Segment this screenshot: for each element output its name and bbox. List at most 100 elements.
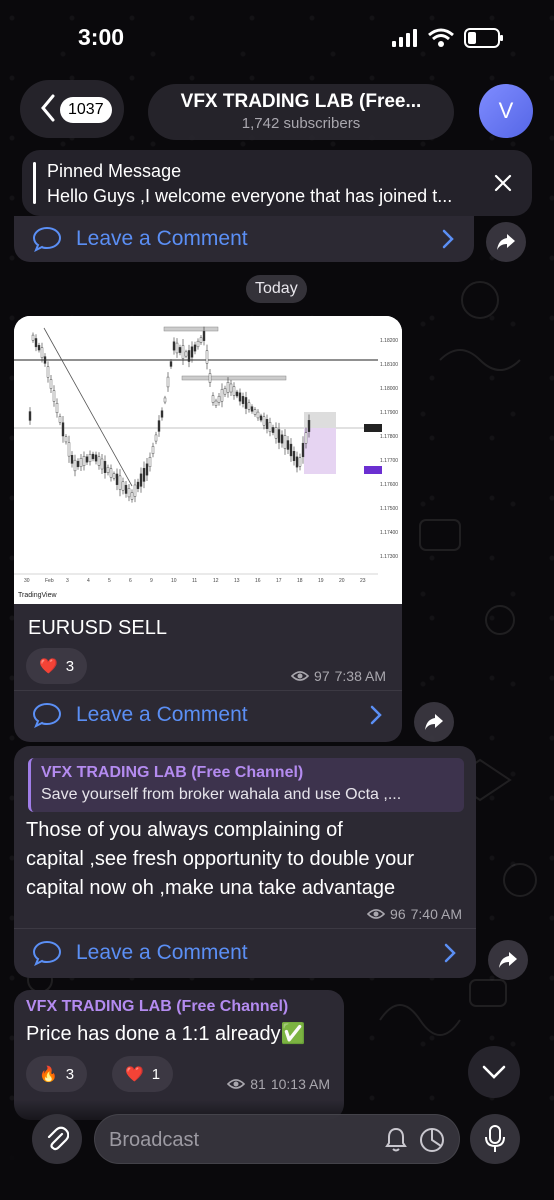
- back-button[interactable]: 1037: [20, 80, 124, 138]
- candle-body: [283, 435, 287, 449]
- chart-screenshot-image[interactable]: 1.18200 1.18100 1.18000 1.17900 1.17800 1.177…: [14, 316, 402, 604]
- comment-bubble-icon: [32, 226, 62, 252]
- reaction-heart[interactable]: ❤️ 3: [26, 648, 88, 684]
- chevron-right-icon: [442, 229, 454, 249]
- share-button[interactable]: [488, 940, 528, 980]
- candle-body: [181, 345, 185, 359]
- view-count: 81: [250, 1076, 266, 1092]
- candle-body: [202, 331, 206, 341]
- candle-body: [79, 458, 83, 467]
- tradingview-logo: TradingView: [18, 592, 57, 599]
- candle-body: [256, 411, 260, 419]
- candle-body: [229, 383, 233, 393]
- candle-body: [130, 492, 134, 500]
- date-axis-label: 16: [255, 578, 261, 584]
- broadcast-field[interactable]: [94, 1114, 460, 1164]
- share-button[interactable]: [414, 702, 454, 742]
- candle-body: [37, 345, 41, 351]
- fire-emoji-icon: 🔥: [39, 1066, 58, 1083]
- pinned-message-bar[interactable]: Pinned Message Hello Guys ,I welcome eve…: [22, 150, 532, 216]
- candle-body: [250, 406, 254, 412]
- candle-body: [85, 456, 89, 463]
- heart-emoji-icon: ❤️: [39, 658, 58, 675]
- candle-body: [205, 350, 209, 364]
- candle-body: [34, 338, 38, 348]
- candle-body: [82, 456, 86, 466]
- message-time: 7:40 AM: [410, 906, 462, 922]
- status-icons: [392, 28, 504, 48]
- candle-body: [304, 432, 308, 444]
- candle-body: [280, 434, 284, 444]
- candle-body: [259, 415, 263, 421]
- candle-body: [208, 373, 212, 383]
- pinned-indicator: [33, 162, 36, 204]
- candle-body: [148, 457, 152, 467]
- attach-button[interactable]: [32, 1114, 82, 1164]
- date-axis-label: 3: [66, 578, 69, 584]
- candle-body: [271, 427, 275, 433]
- candle-body: [238, 392, 242, 402]
- candle-body: [70, 455, 74, 464]
- close-icon[interactable]: [494, 174, 512, 192]
- candle-body: [94, 454, 98, 462]
- candle-body: [97, 456, 101, 466]
- channel-avatar[interactable]: V: [479, 84, 533, 138]
- reaction-heart[interactable]: ❤️ 1: [112, 1056, 174, 1092]
- candle-body: [178, 347, 182, 353]
- share-button[interactable]: [486, 222, 526, 262]
- candle-body: [118, 475, 122, 490]
- chevron-left-icon: [41, 94, 55, 122]
- date-axis-label: Feb: [45, 578, 54, 584]
- candle-body: [247, 402, 251, 410]
- candle-body: [187, 350, 191, 362]
- share-arrow-icon: [497, 234, 515, 250]
- candle-body: [190, 346, 194, 358]
- status-time: 3:00: [78, 24, 125, 50]
- channel-title-button[interactable]: VFX TRADING LAB (Free... 1,742 subscribe…: [148, 84, 454, 140]
- candle-body: [265, 419, 269, 429]
- channel-name: VFX TRADING LAB (Free Channel): [26, 998, 289, 1015]
- candle-body: [241, 396, 245, 404]
- unread-count-badge: 1037: [60, 97, 112, 123]
- message-text: EURUSD SELL: [28, 617, 167, 639]
- bell-icon[interactable]: [385, 1127, 407, 1153]
- view-count: 96: [390, 906, 406, 922]
- candle-body: [307, 420, 311, 432]
- reaction-fire[interactable]: 🔥 3: [26, 1056, 88, 1092]
- pinned-text: Hello Guys ,I welcome everyone that has …: [47, 186, 453, 206]
- leave-comment-label: Leave a Comment: [76, 227, 248, 250]
- candle-body: [76, 460, 80, 468]
- reply-quote[interactable]: VFX TRADING LAB (Free Channel) Save your…: [28, 758, 464, 812]
- candle-body: [142, 467, 146, 482]
- message-input[interactable]: [109, 1127, 369, 1153]
- candlestick-chart: 1.18200 1.18100 1.18000 1.17900 1.17800 1.177…: [14, 316, 402, 604]
- candle-body: [31, 334, 35, 341]
- price-axis-label: 1.17700: [380, 458, 398, 464]
- microphone-icon: [485, 1125, 505, 1152]
- paperclip-icon: [47, 1126, 69, 1151]
- candle-body: [154, 434, 158, 442]
- date-separator: Today: [246, 275, 307, 303]
- candle-body: [220, 389, 224, 402]
- candle-body: [166, 376, 170, 388]
- leave-comment-label: Leave a Comment: [76, 941, 248, 964]
- status-bar: 3:00: [0, 0, 554, 76]
- message-line: Those of you always complaining of: [26, 819, 343, 841]
- candle-body: [115, 473, 119, 485]
- microphone-button[interactable]: [470, 1114, 520, 1164]
- date-axis-label: 5: [108, 578, 111, 584]
- leave-comment-row[interactable]: Leave a Comment: [14, 690, 402, 740]
- message-time: 10:13 AM: [270, 1076, 330, 1092]
- schedule-timer-icon[interactable]: [419, 1127, 445, 1153]
- date-axis-label: 17: [276, 578, 282, 584]
- candle-body: [136, 481, 140, 489]
- candle-body: [133, 484, 137, 497]
- subscriber-count: 1,742 subscribers: [241, 115, 361, 132]
- leave-comment-row[interactable]: Leave a Comment: [14, 214, 474, 264]
- share-arrow-icon: [425, 714, 443, 730]
- leave-comment-row[interactable]: Leave a Comment: [14, 928, 476, 978]
- price-axis-label: 1.18000: [380, 386, 398, 392]
- scroll-to-bottom-button[interactable]: [468, 1046, 520, 1098]
- candle-body: [103, 461, 107, 473]
- candle-body: [184, 351, 188, 357]
